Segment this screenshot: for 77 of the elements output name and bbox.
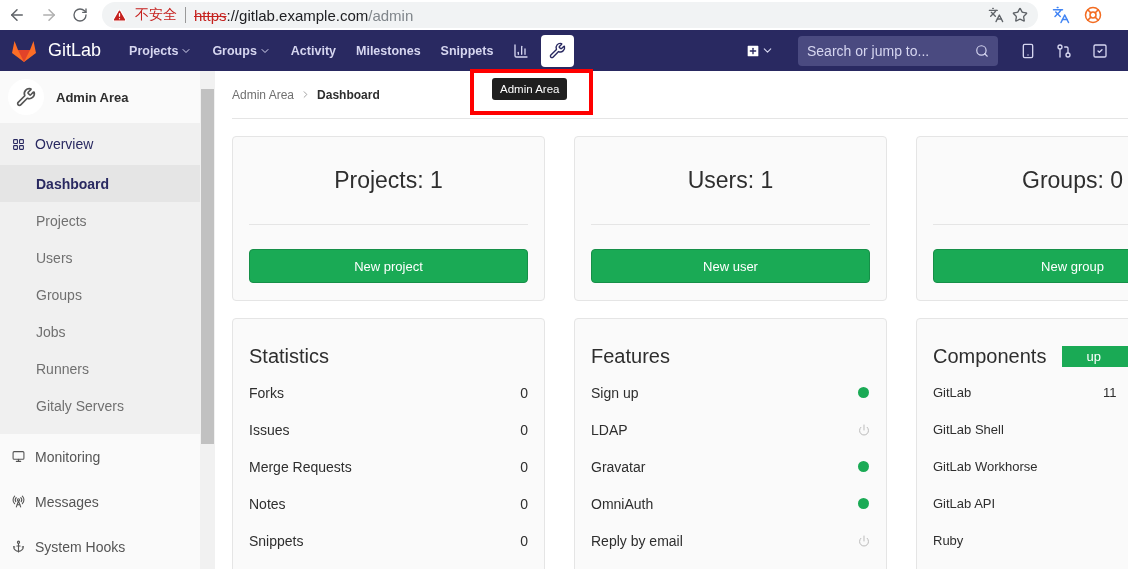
component-label: Ruby [933, 533, 965, 548]
brand-name[interactable]: GitLab [48, 40, 102, 61]
stat-label: Forks [249, 384, 284, 401]
card-title: Statistics [249, 345, 330, 368]
summary-title: Users: 1 [591, 137, 870, 225]
monitor-icon [12, 450, 25, 463]
component-version: 11 [1103, 385, 1118, 400]
translate-icon[interactable] [988, 7, 1004, 23]
lifebuoy-icon[interactable] [1084, 6, 1102, 24]
stat-label: Snippets [249, 532, 304, 549]
address-bar[interactable]: 不安全 https://gitlab.example.com/admin [102, 2, 1038, 28]
search-icon [975, 43, 989, 58]
grid-icon [12, 137, 25, 151]
not-secure-label: 不安全 [135, 6, 177, 24]
sidebar-item[interactable]: Jobs [0, 313, 200, 350]
nav-link[interactable]: Projects [121, 37, 201, 64]
card-title: Features [591, 345, 670, 368]
feature-label: Gravatar [591, 458, 646, 475]
component-label: GitLab Shell [933, 422, 1005, 437]
search-field[interactable]: Search or jump to... [798, 35, 998, 66]
feature-label: OmniAuth [591, 495, 654, 512]
sidebar-section[interactable]: Messages [0, 479, 200, 524]
url-scheme: https [194, 6, 227, 24]
stat-value: 0 [520, 421, 528, 438]
sidebar-item[interactable]: Dashboard [0, 165, 200, 202]
sidebar-section[interactable]: Overview [0, 123, 200, 165]
sidebar-item[interactable]: Gitaly Servers [0, 387, 200, 424]
back-icon[interactable] [8, 6, 26, 24]
device-icon[interactable] [1020, 42, 1036, 59]
status-badge: up [1062, 346, 1128, 367]
scrollbar[interactable] [200, 71, 215, 569]
stat-label: Merge Requests [249, 458, 352, 475]
stat-value: 0 [520, 532, 528, 549]
plus-square-icon[interactable] [745, 42, 761, 59]
star-icon[interactable] [1012, 7, 1028, 23]
chart-icon[interactable] [513, 42, 530, 59]
nav-link[interactable]: Snippets [432, 37, 502, 64]
component-label: GitLab [933, 385, 973, 400]
sidebar-item[interactable]: Users [0, 239, 200, 276]
nav-link[interactable]: Milestones [348, 37, 429, 64]
stat-value: 0 [520, 384, 528, 401]
card-title: Components [933, 345, 1047, 368]
hook-icon [12, 540, 25, 553]
summary-title: Groups: 0 [933, 137, 1128, 225]
wrench-icon [549, 42, 567, 59]
sidebar-title: Admin Area [56, 89, 129, 105]
feature-label: LDAP [591, 421, 628, 438]
merge-request-icon[interactable] [1056, 42, 1072, 59]
fox-logo-icon[interactable] [12, 39, 36, 62]
warning-icon [112, 7, 127, 23]
stat-label: Issues [249, 421, 290, 438]
feature-label: Reply by email [591, 532, 683, 549]
feature-label: Sign up [591, 384, 639, 401]
stat-value: 0 [520, 495, 528, 512]
stat-value: 0 [520, 458, 528, 475]
url-path: /admin [368, 6, 414, 24]
admin-button[interactable] [541, 34, 575, 67]
nav-link[interactable]: Groups [204, 37, 279, 64]
sidebar-section[interactable]: Monitoring [0, 434, 200, 479]
tooltip: Admin Area [492, 78, 568, 100]
stat-label: Notes [249, 495, 286, 512]
summary-title: Projects: 1 [249, 137, 528, 225]
sidebar-item[interactable]: Runners [0, 350, 200, 387]
todo-check-icon[interactable] [1092, 42, 1108, 59]
component-label: GitLab API [933, 496, 997, 511]
sidebar-section[interactable]: System Hooks [0, 524, 200, 569]
sidebar-item[interactable]: Projects [0, 202, 200, 239]
url-host: ://gitlab.example.com [226, 6, 369, 24]
wrench-avatar-icon [8, 79, 44, 115]
breadcrumb-link[interactable]: Dashboard [317, 87, 380, 102]
nav-link[interactable]: Activity [282, 37, 344, 64]
sidebar-item[interactable]: Groups [0, 276, 200, 313]
reload-icon[interactable] [72, 7, 88, 23]
breadcrumb-link[interactable]: Admin Area [232, 87, 295, 102]
component-label: GitLab Workhorse [933, 459, 1039, 474]
broadcast-icon [12, 495, 25, 508]
translate-extension-icon[interactable] [1052, 6, 1070, 24]
